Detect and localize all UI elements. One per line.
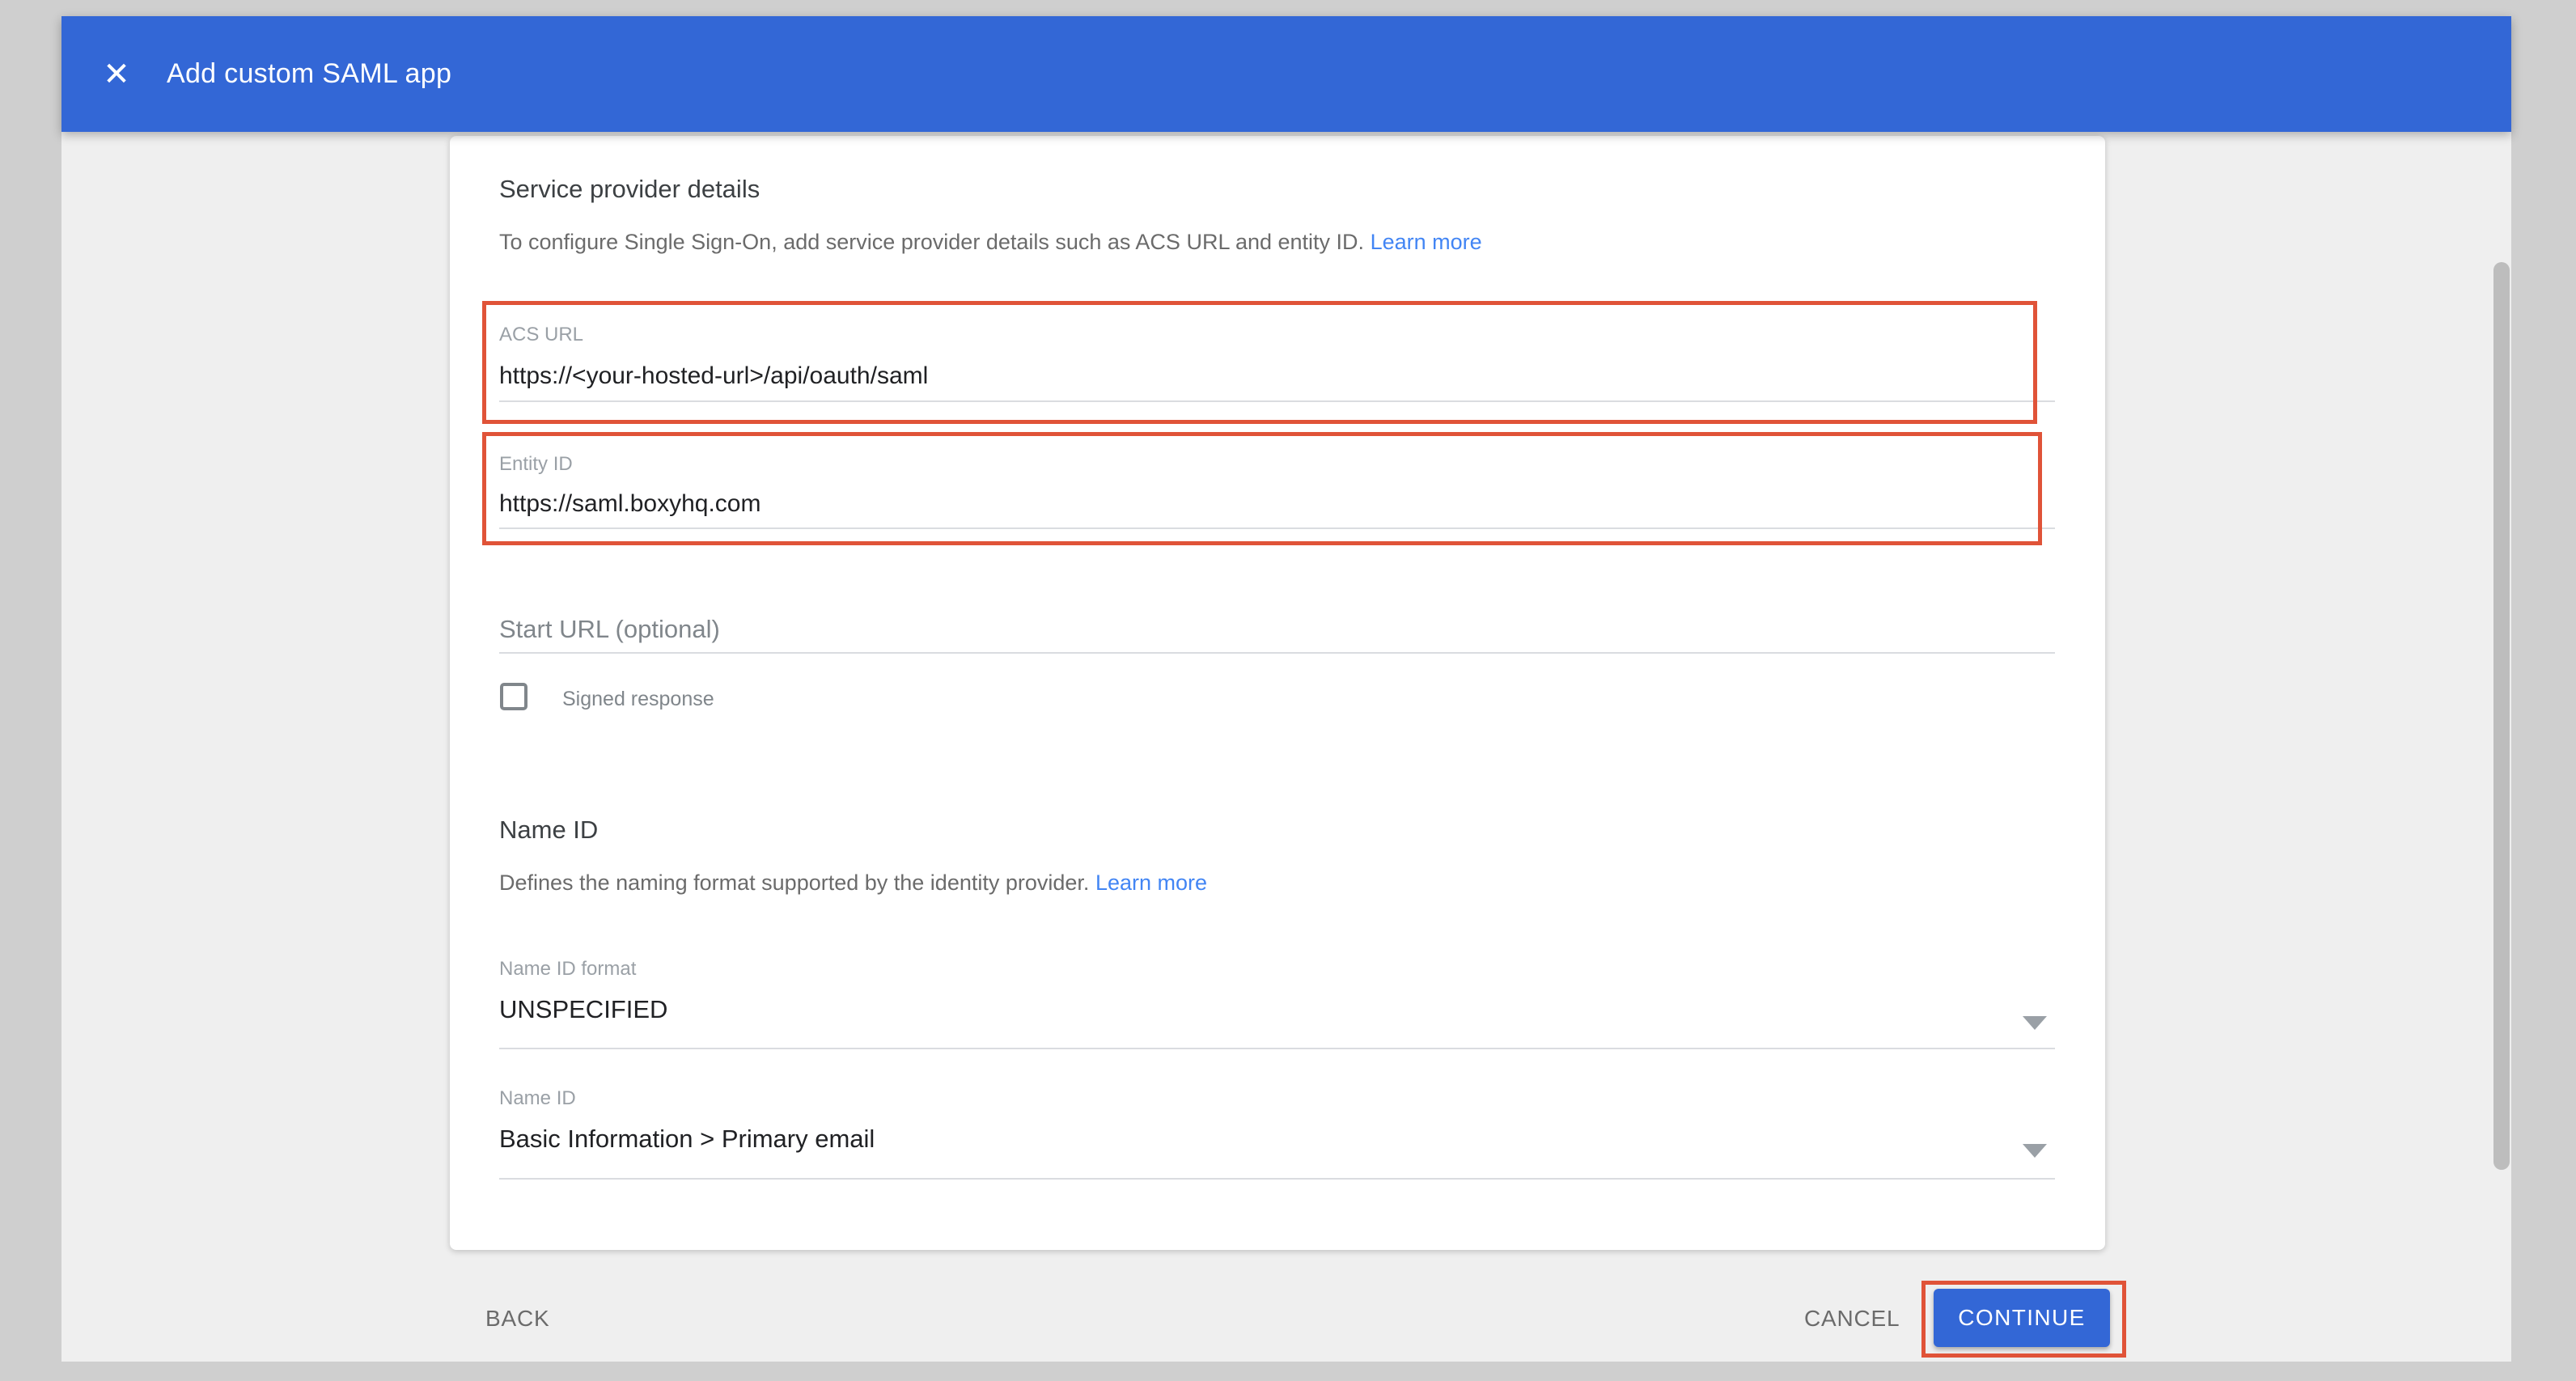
name-id-select[interactable]: Basic Information > Primary email	[499, 1125, 875, 1154]
entity-id-label: Entity ID	[499, 453, 573, 476]
arrow-drop-down-icon[interactable]	[2023, 1144, 2047, 1158]
service-provider-heading: Service provider details	[499, 175, 760, 204]
dialog-window: ✕ Add custom SAML app Service provider d…	[61, 16, 2511, 1362]
continue-button[interactable]: CONTINUE	[1934, 1289, 2110, 1347]
form-card: Service provider details To configure Si…	[450, 136, 2105, 1250]
name-id-description-text: Defines the naming format supported by t…	[499, 871, 1089, 895]
entity-id-underline	[499, 527, 2055, 529]
signed-response-checkbox[interactable]	[500, 683, 527, 710]
name-id-format-underline	[499, 1048, 2055, 1049]
dialog-title: Add custom SAML app	[167, 58, 451, 90]
name-id-format-label: Name ID format	[499, 958, 636, 981]
close-icon[interactable]: ✕	[99, 57, 134, 92]
acs-url-field[interactable]: https://<your-hosted-url>/api/oauth/saml	[499, 362, 928, 390]
start-url-field[interactable]: Start URL (optional)	[499, 615, 720, 644]
back-button[interactable]: BACK	[485, 1306, 549, 1332]
acs-url-underline	[499, 400, 2055, 402]
scrollbar-thumb[interactable]	[2493, 262, 2510, 1170]
service-provider-description-text: To configure Single Sign-On, add service…	[499, 230, 1364, 254]
start-url-underline	[499, 652, 2055, 654]
acs-url-label: ACS URL	[499, 324, 583, 346]
name-id-format-select[interactable]: UNSPECIFIED	[499, 995, 667, 1024]
cancel-button[interactable]: CANCEL	[1804, 1306, 1900, 1332]
name-id-select-label: Name ID	[499, 1087, 576, 1110]
entity-id-field[interactable]: https://saml.boxyhq.com	[499, 490, 761, 518]
learn-more-link-service-provider[interactable]: Learn more	[1371, 230, 1482, 254]
dialog-header: ✕ Add custom SAML app	[61, 16, 2511, 132]
service-provider-description: To configure Single Sign-On, add service…	[499, 230, 1482, 255]
signed-response-label: Signed response	[562, 688, 714, 711]
name-id-underline	[499, 1178, 2055, 1180]
learn-more-link-name-id[interactable]: Learn more	[1095, 871, 1207, 895]
arrow-drop-down-icon[interactable]	[2023, 1016, 2047, 1030]
name-id-description: Defines the naming format supported by t…	[499, 871, 1207, 896]
name-id-heading: Name ID	[499, 815, 598, 845]
